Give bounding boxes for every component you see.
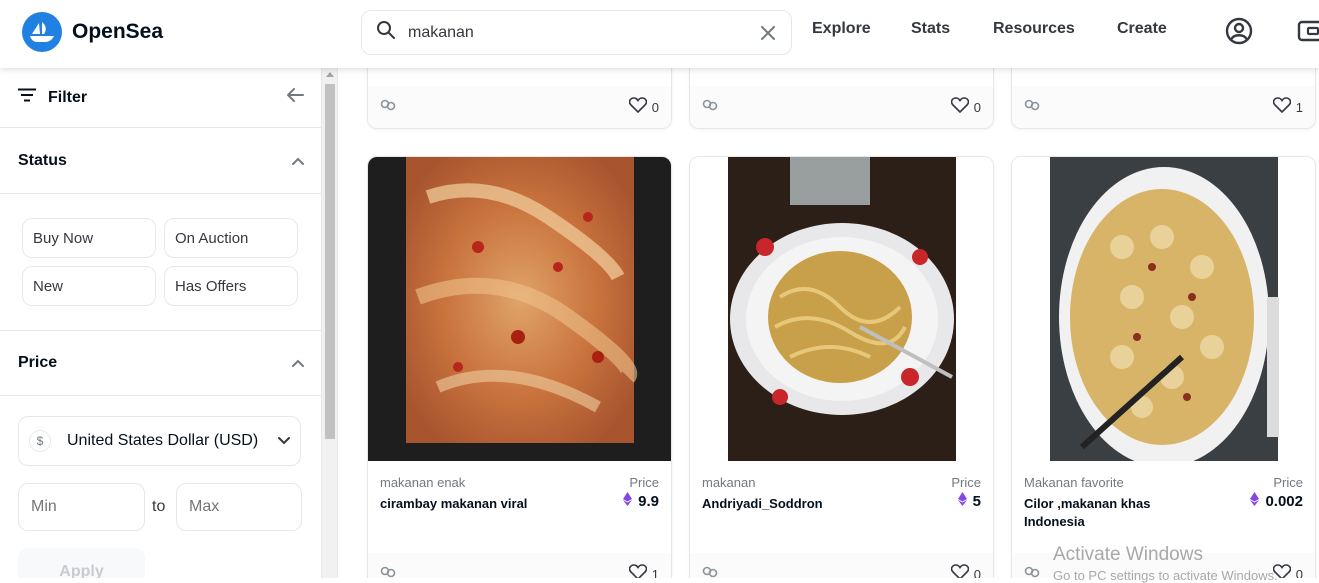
nav-stats[interactable]: Stats xyxy=(911,20,950,38)
nav-create[interactable]: Create xyxy=(1117,20,1167,38)
price-amount: 5 xyxy=(972,492,981,510)
heart-icon[interactable] xyxy=(628,96,647,118)
asset-card-top-2[interactable]: 0 xyxy=(689,68,994,129)
asset-name[interactable]: Andriyadi_Soddron xyxy=(702,495,872,513)
top-navbar: OpenSea makanan Explore Stats Resources … xyxy=(0,0,1319,68)
card-footer: 1 xyxy=(1012,86,1315,128)
favorite-count: 0 xyxy=(1295,566,1303,579)
wallet-icon[interactable] xyxy=(1297,17,1319,50)
collection-name[interactable]: makanan enak xyxy=(380,475,659,490)
status-section-header[interactable]: Status xyxy=(0,128,321,194)
min-price-input[interactable] xyxy=(18,483,145,531)
apply-button[interactable]: Apply xyxy=(18,548,145,578)
search-icon xyxy=(376,20,396,45)
link-icon[interactable] xyxy=(702,98,718,116)
chevron-up-icon xyxy=(292,354,304,372)
asset-name[interactable]: cirambay makanan viral xyxy=(380,495,550,513)
card-footer: 0 xyxy=(368,86,671,128)
chevron-up-icon xyxy=(292,152,304,170)
price-amount: 0.002 xyxy=(1265,492,1303,510)
filter-icon xyxy=(18,88,36,107)
sidebar-scrollbar[interactable] xyxy=(322,68,338,578)
search-input[interactable]: makanan xyxy=(408,24,757,42)
favorite-count: 0 xyxy=(651,99,659,115)
dollar-icon: $ xyxy=(29,430,51,452)
favorite-count: 1 xyxy=(651,566,659,579)
price-value: 9.9 xyxy=(623,492,659,510)
ethereum-icon xyxy=(1250,492,1260,510)
heart-icon[interactable] xyxy=(950,563,969,578)
favorite-count: 0 xyxy=(973,99,981,115)
link-icon[interactable] xyxy=(1024,98,1040,116)
price-section-header[interactable]: Price xyxy=(0,330,321,396)
profile-icon[interactable] xyxy=(1225,17,1253,50)
price-label: Price xyxy=(629,475,659,490)
status-new[interactable]: New xyxy=(22,266,156,306)
heart-icon[interactable] xyxy=(628,563,647,578)
asset-image[interactable] xyxy=(368,157,671,461)
asset-name[interactable]: Cilor ,makanan khas Indonesia xyxy=(1024,495,1194,531)
link-icon[interactable] xyxy=(380,98,396,116)
status-on-auction[interactable]: On Auction xyxy=(164,218,298,258)
max-price-input[interactable] xyxy=(176,483,302,531)
asset-card-top-1[interactable]: 0 xyxy=(367,68,672,129)
results-grid: 0 0 1 makanan enak cirambay makanan vira… xyxy=(338,68,1319,578)
price-label: Price xyxy=(1273,475,1303,490)
nav-resources[interactable]: Resources xyxy=(993,20,1075,38)
opensea-logo[interactable]: OpenSea xyxy=(22,12,163,52)
filter-label: Filter xyxy=(48,88,88,106)
currency-select[interactable]: $ United States Dollar (USD) xyxy=(18,416,301,466)
link-icon[interactable] xyxy=(380,565,396,578)
to-label: to xyxy=(152,498,166,515)
chevron-down-icon xyxy=(278,432,290,450)
ethereum-icon xyxy=(623,492,633,510)
card-info: makanan Andriyadi_Soddron Price 5 xyxy=(702,475,981,513)
status-has-offers[interactable]: Has Offers xyxy=(164,266,298,306)
nav-explore[interactable]: Explore xyxy=(812,20,871,38)
price-title: Price xyxy=(18,353,58,371)
price-label: Price xyxy=(951,475,981,490)
asset-card-cirambay[interactable]: makanan enak cirambay makanan viral Pric… xyxy=(367,156,672,578)
link-icon[interactable] xyxy=(1024,565,1040,578)
asset-image[interactable] xyxy=(690,157,993,461)
collection-name[interactable]: Makanan favorite xyxy=(1024,475,1303,490)
scrollbar-thumb[interactable] xyxy=(325,84,335,439)
heart-icon[interactable] xyxy=(950,96,969,118)
card-footer: 1 xyxy=(368,553,671,578)
favorite-count: 1 xyxy=(1295,99,1303,115)
asset-card-andriyadi[interactable]: makanan Andriyadi_Soddron Price 5 0 xyxy=(689,156,994,578)
filter-header: Filter xyxy=(0,68,321,128)
asset-image[interactable] xyxy=(1012,157,1315,467)
link-icon[interactable] xyxy=(702,565,718,578)
brand-name: OpenSea xyxy=(72,20,164,43)
asset-card-top-3[interactable]: 1 xyxy=(1011,68,1316,129)
card-info: Makanan favorite Cilor ,makanan khas Ind… xyxy=(1024,475,1303,531)
scroll-up-arrow-icon[interactable] xyxy=(326,72,334,77)
collection-name[interactable]: makanan xyxy=(702,475,981,490)
favorite-count: 0 xyxy=(973,566,981,579)
clear-search-icon[interactable] xyxy=(757,22,779,44)
price-amount: 9.9 xyxy=(638,492,659,510)
card-footer: 0 xyxy=(690,86,993,128)
filter-sidebar: Filter Status Buy Now On Auction New Has… xyxy=(0,68,322,578)
price-value: 0.002 xyxy=(1250,492,1303,510)
status-title: Status xyxy=(18,151,67,169)
opensea-ship-icon xyxy=(22,12,62,52)
currency-value: United States Dollar (USD) xyxy=(67,432,259,449)
price-value: 5 xyxy=(957,492,981,510)
search-bar[interactable]: makanan xyxy=(361,10,792,55)
card-footer: 0 xyxy=(690,553,993,578)
ethereum-icon xyxy=(957,492,967,510)
activate-windows-subtitle: Go to PC settings to activate Windows. xyxy=(1053,568,1278,583)
status-buy-now[interactable]: Buy Now xyxy=(22,218,156,258)
heart-icon[interactable] xyxy=(1272,96,1291,118)
collapse-arrow-icon[interactable] xyxy=(286,87,304,108)
card-info: makanan enak cirambay makanan viral Pric… xyxy=(380,475,659,513)
asset-card-cilor[interactable]: Makanan favorite Cilor ,makanan khas Ind… xyxy=(1011,156,1316,578)
activate-windows-title: Activate Windows xyxy=(1053,544,1203,565)
